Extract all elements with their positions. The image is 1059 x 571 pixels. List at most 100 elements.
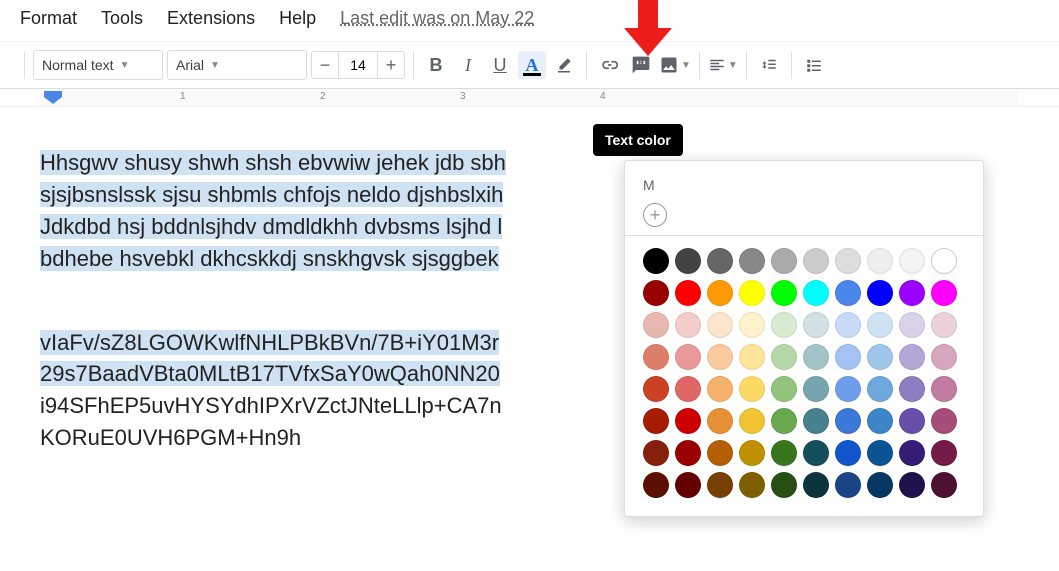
color-swatch[interactable] [931, 280, 957, 306]
color-swatch[interactable] [643, 280, 669, 306]
color-swatch[interactable] [643, 344, 669, 370]
color-swatch[interactable] [771, 408, 797, 434]
color-swatch[interactable] [771, 248, 797, 274]
decrease-font-button[interactable]: − [311, 51, 339, 79]
menu-extensions[interactable]: Extensions [167, 8, 255, 29]
color-swatch[interactable] [643, 248, 669, 274]
color-swatch[interactable] [643, 408, 669, 434]
increase-font-button[interactable]: + [377, 51, 405, 79]
color-swatch[interactable] [675, 472, 701, 498]
color-swatch[interactable] [867, 472, 893, 498]
color-swatch[interactable] [739, 280, 765, 306]
bold-button[interactable]: B [422, 51, 450, 79]
color-swatch[interactable] [835, 248, 861, 274]
color-swatch[interactable] [835, 312, 861, 338]
font-size-input[interactable]: 14 [339, 51, 377, 79]
color-swatch[interactable] [707, 472, 733, 498]
color-swatch[interactable] [835, 280, 861, 306]
color-swatch[interactable] [867, 312, 893, 338]
color-swatch[interactable] [931, 344, 957, 370]
color-swatch[interactable] [643, 376, 669, 402]
color-swatch[interactable] [739, 440, 765, 466]
color-swatch[interactable] [803, 472, 829, 498]
text-color-button[interactable]: A [518, 51, 546, 79]
color-swatch[interactable] [739, 376, 765, 402]
color-swatch[interactable] [867, 280, 893, 306]
color-swatch[interactable] [931, 376, 957, 402]
align-button[interactable]: ▼ [708, 51, 738, 79]
menu-format[interactable]: Format [20, 8, 77, 29]
color-swatch[interactable] [931, 312, 957, 338]
color-swatch[interactable] [739, 472, 765, 498]
color-swatch[interactable] [643, 312, 669, 338]
color-swatch[interactable] [803, 248, 829, 274]
color-swatch[interactable] [675, 376, 701, 402]
color-swatch[interactable] [707, 312, 733, 338]
color-swatch[interactable] [771, 280, 797, 306]
checklist-button[interactable] [800, 51, 828, 79]
underline-button[interactable]: U [486, 51, 514, 79]
color-swatch[interactable] [675, 312, 701, 338]
line-spacing-button[interactable] [755, 51, 783, 79]
color-swatch[interactable] [867, 440, 893, 466]
color-swatch[interactable] [899, 344, 925, 370]
color-swatch[interactable] [931, 472, 957, 498]
color-swatch[interactable] [899, 440, 925, 466]
indent-marker[interactable] [44, 91, 62, 105]
color-swatch[interactable] [771, 312, 797, 338]
color-swatch[interactable] [835, 344, 861, 370]
color-swatch[interactable] [707, 248, 733, 274]
color-swatch[interactable] [739, 248, 765, 274]
color-swatch[interactable] [867, 248, 893, 274]
color-swatch[interactable] [803, 408, 829, 434]
color-swatch[interactable] [707, 440, 733, 466]
color-swatch[interactable] [931, 408, 957, 434]
color-swatch[interactable] [867, 376, 893, 402]
color-swatch[interactable] [643, 440, 669, 466]
color-swatch[interactable] [675, 344, 701, 370]
color-swatch[interactable] [771, 376, 797, 402]
color-swatch[interactable] [739, 312, 765, 338]
color-swatch[interactable] [803, 440, 829, 466]
color-swatch[interactable] [867, 408, 893, 434]
last-edit-link[interactable]: Last edit was on May 22 [340, 8, 534, 29]
color-swatch[interactable] [707, 280, 733, 306]
menu-help[interactable]: Help [279, 8, 316, 29]
paragraph-style-dropdown[interactable]: Normal text ▼ [33, 50, 163, 80]
color-swatch[interactable] [899, 408, 925, 434]
color-swatch[interactable] [835, 472, 861, 498]
color-swatch[interactable] [931, 248, 957, 274]
color-swatch[interactable] [867, 344, 893, 370]
color-swatch[interactable] [899, 248, 925, 274]
color-swatch[interactable] [675, 280, 701, 306]
color-swatch[interactable] [835, 376, 861, 402]
add-custom-color-button[interactable]: + [643, 203, 667, 227]
color-swatch[interactable] [803, 312, 829, 338]
color-swatch[interactable] [899, 376, 925, 402]
color-swatch[interactable] [675, 248, 701, 274]
font-family-dropdown[interactable]: Arial ▼ [167, 50, 307, 80]
color-swatch[interactable] [931, 440, 957, 466]
color-swatch[interactable] [739, 408, 765, 434]
color-swatch[interactable] [675, 408, 701, 434]
color-swatch[interactable] [739, 344, 765, 370]
color-swatch[interactable] [899, 280, 925, 306]
color-swatch[interactable] [771, 344, 797, 370]
color-swatch[interactable] [803, 344, 829, 370]
color-swatch[interactable] [707, 376, 733, 402]
color-swatch[interactable] [899, 312, 925, 338]
color-swatch[interactable] [803, 280, 829, 306]
color-swatch[interactable] [835, 440, 861, 466]
color-swatch[interactable] [707, 408, 733, 434]
color-swatch[interactable] [771, 440, 797, 466]
color-swatch[interactable] [803, 376, 829, 402]
highlight-button[interactable] [550, 51, 578, 79]
color-swatch[interactable] [707, 344, 733, 370]
italic-button[interactable]: I [454, 51, 482, 79]
menu-tools[interactable]: Tools [101, 8, 143, 29]
color-swatch[interactable] [675, 440, 701, 466]
color-swatch[interactable] [771, 472, 797, 498]
color-swatch[interactable] [899, 472, 925, 498]
color-swatch[interactable] [835, 408, 861, 434]
color-swatch[interactable] [643, 472, 669, 498]
